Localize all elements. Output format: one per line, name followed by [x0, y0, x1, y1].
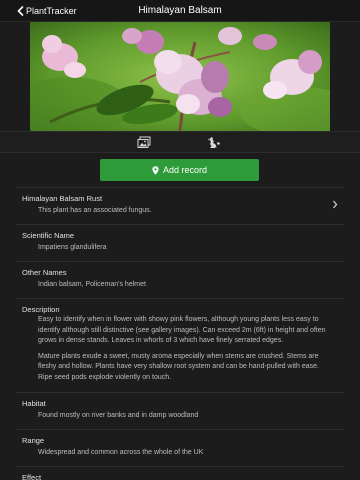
description-section: Description Easy to identify when in flo…	[16, 298, 344, 392]
range-section: Range Widespread and common across the w…	[16, 429, 344, 466]
habitat-text: Found mostly on river banks and in damp …	[38, 412, 199, 419]
navigation-bar: PlantTracker Himalayan Balsam	[0, 0, 360, 22]
gallery-icon[interactable]	[137, 136, 151, 149]
other-names-section: Other Names Indian balsam, Policeman's h…	[16, 261, 344, 298]
associated-fungus-text: This plant has an associated fungus.	[38, 207, 152, 214]
scientific-name-section: Scientific Name Impatiens glandulifera	[16, 224, 344, 261]
habitat-title: Habitat	[22, 399, 46, 408]
effect-title: Effect	[22, 473, 42, 480]
map-icon[interactable]	[207, 136, 221, 149]
associated-fungus-title: Himalayan Balsam Rust	[22, 194, 103, 203]
description-title: Description	[22, 305, 60, 314]
chevron-right-icon	[333, 200, 338, 209]
range-title: Range	[22, 436, 45, 445]
effect-section: Effect	[16, 466, 344, 480]
associated-fungus-row[interactable]: Himalayan Balsam Rust This plant has an …	[16, 187, 344, 224]
page-title: Himalayan Balsam	[138, 5, 222, 16]
habitat-section: Habitat Found mostly on river banks and …	[16, 392, 344, 429]
scientific-name-title: Scientific Name	[22, 231, 75, 240]
other-names-title: Other Names	[22, 268, 67, 277]
scientific-name-text: Impatiens glandulifera	[38, 244, 107, 251]
location-pin-icon	[152, 165, 159, 175]
range-text: Widespread and common across the whole o…	[38, 449, 204, 456]
other-names-text: Indian balsam, Policeman's helmet	[38, 281, 146, 288]
add-record-label: Add record	[162, 165, 208, 175]
plant-details: Himalayan Balsam Rust This plant has an …	[16, 187, 344, 480]
description-paragraph-1: Easy to identify when in flower with sho…	[38, 316, 326, 345]
description-text: Easy to identify when in flower with sho…	[16, 313, 344, 390]
add-record-button[interactable]: Add record	[100, 159, 259, 181]
plant-photo-image	[30, 22, 330, 131]
media-toolbar	[0, 131, 360, 153]
description-paragraph-2: Mature plants exude a sweet, musty aroma…	[38, 352, 319, 381]
plant-photo[interactable]	[30, 22, 330, 131]
